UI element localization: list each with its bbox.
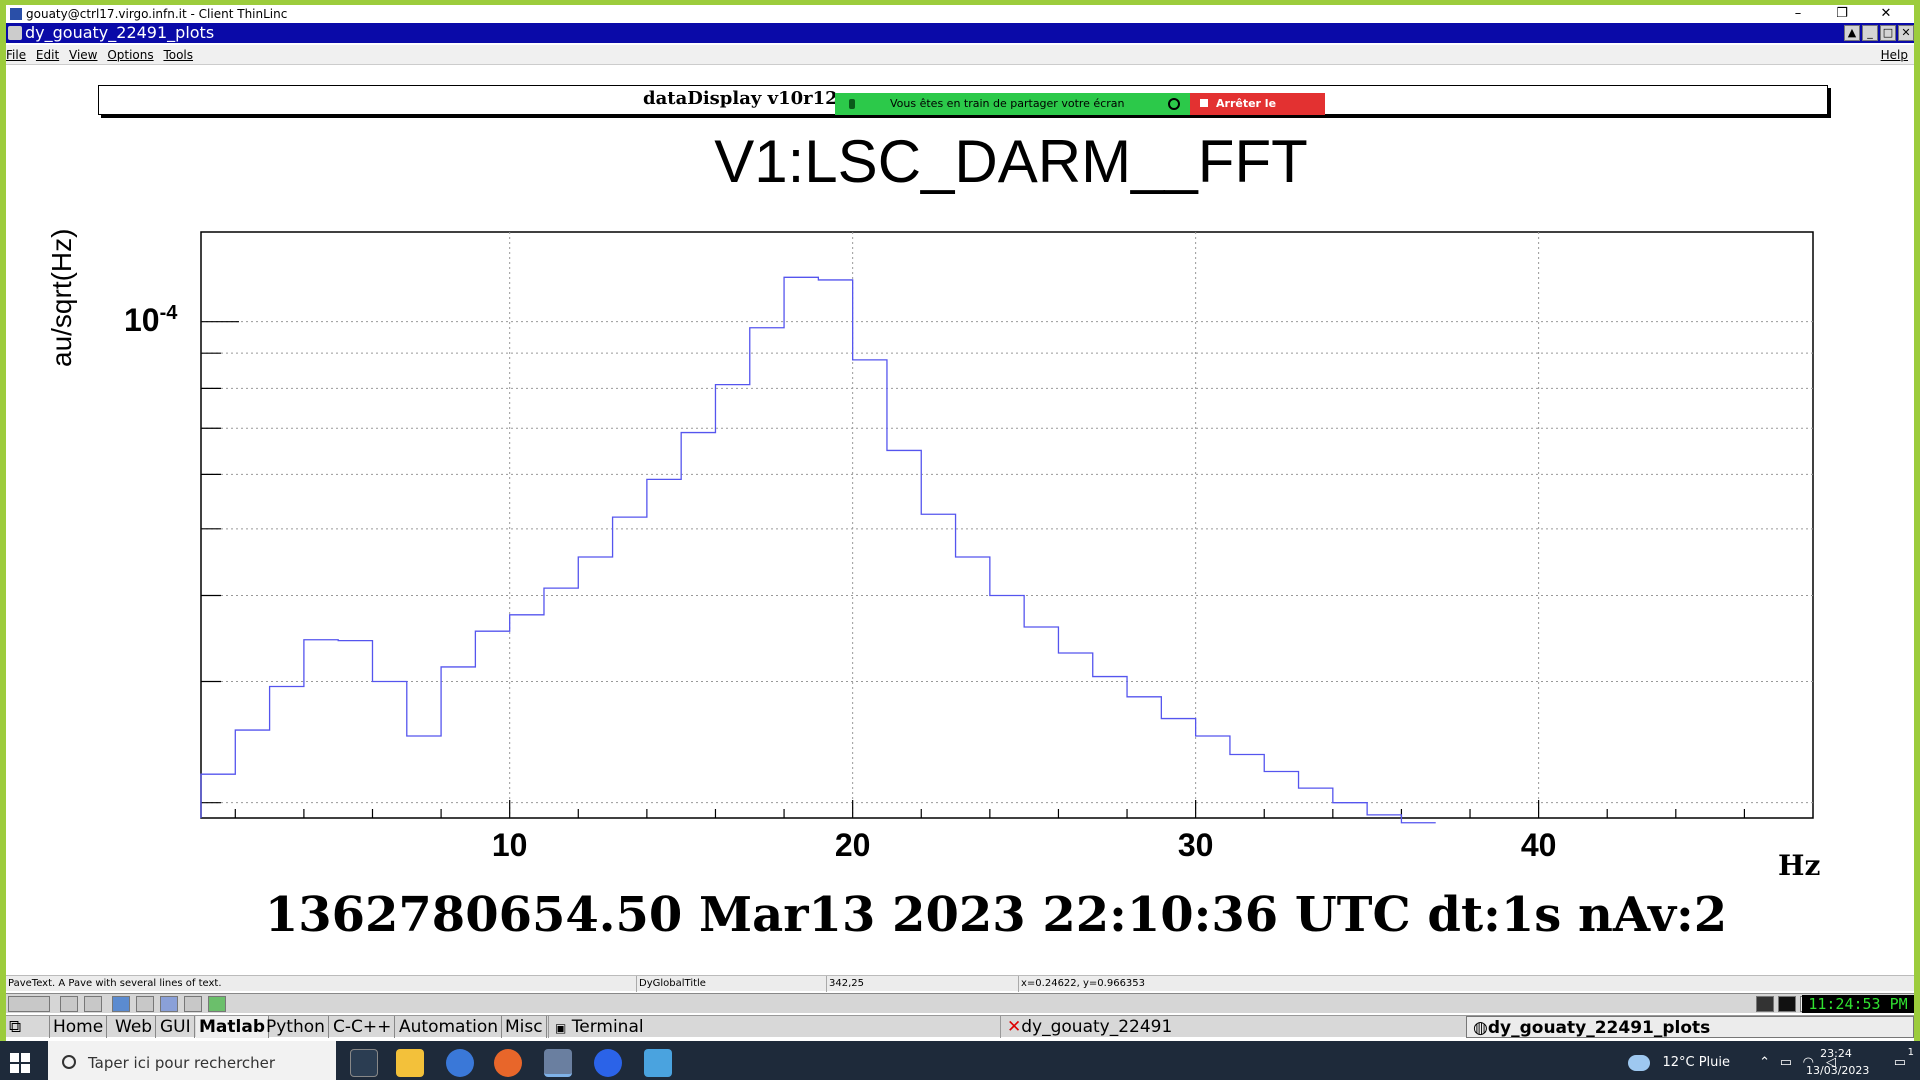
menu-options[interactable]: Options [107, 45, 159, 65]
tray-chevron-icon[interactable]: ⌃ [1759, 1041, 1770, 1080]
status-pixel: 342,25 [826, 976, 864, 992]
tab-automation[interactable]: Automation [396, 1016, 503, 1038]
minimize-button[interactable]: – [1778, 5, 1818, 23]
zoom-icon[interactable] [594, 1049, 622, 1077]
menu-help[interactable]: Help [1881, 45, 1914, 65]
tools-launcher-icon[interactable] [136, 996, 154, 1012]
menu-tools[interactable]: Tools [163, 45, 199, 65]
tab-c-cpp[interactable]: C-C++ [330, 1016, 396, 1038]
status-coords: x=0.24622, y=0.966353 [1018, 976, 1145, 992]
window-maximize-button[interactable]: □ [1880, 25, 1896, 41]
thinlinc-title: gouaty@ctrl17.virgo.infn.it - Client Thi… [26, 7, 288, 21]
x-tick-label: 30 [1178, 827, 1214, 863]
desktop-logo-icon[interactable] [8, 996, 50, 1012]
cpu-icon [1778, 996, 1796, 1012]
plot-frame [200, 231, 1814, 819]
tab-misc[interactable]: Misc [502, 1016, 547, 1038]
x-app-icon: ✕ [1007, 1017, 1022, 1037]
tab-python[interactable]: Python [263, 1016, 329, 1038]
windows-clock[interactable]: 23:24 13/03/2023 [1806, 1045, 1870, 1079]
settings-launcher-icon[interactable] [160, 996, 178, 1012]
file-explorer-icon[interactable] [396, 1049, 424, 1077]
tab-matlab[interactable]: Matlab [196, 1016, 269, 1038]
x-launcher-bar: ⧉ Home Web GUI Matlab Python C-C++ Autom… [6, 1015, 1914, 1038]
thinlinc-client: gouaty@ctrl17.virgo.infn.it - Client Thi… [0, 0, 1920, 1080]
editor-launcher-icon[interactable] [184, 996, 202, 1012]
restore-button[interactable]: ❐ [1822, 5, 1862, 23]
browser-launcher-icon[interactable] [112, 996, 130, 1012]
status-object: PaveText. A Pave with several lines of t… [8, 978, 222, 989]
windows-taskbar: Taper ici pour rechercher 12°C Pluie ⌃ ▭… [0, 1041, 1920, 1080]
x-tick-labels: 10 20 30 40 [492, 827, 1557, 863]
sheet-launcher-icon[interactable] [208, 996, 226, 1012]
desktop-switcher-icon[interactable]: ⧉ [6, 1016, 50, 1038]
x-tick-label: 20 [835, 827, 871, 863]
menu-edit[interactable]: Edit [36, 45, 65, 65]
firefox-icon[interactable] [494, 1049, 522, 1077]
window-minimize-button[interactable]: _ [1862, 25, 1878, 41]
windows-search-box[interactable]: Taper ici pour rechercher [48, 1041, 336, 1080]
clock-time: 23:24 [1820, 1047, 1852, 1060]
weather-icon [1628, 1055, 1650, 1071]
task-dy-gouaty-label: dy_gouaty_22491 [1021, 1017, 1173, 1037]
status-name: DyGlobalTitle [636, 976, 706, 992]
plots-app-icon: ◍ [1473, 1018, 1488, 1038]
status-bar: PaveText. A Pave with several lines of t… [6, 975, 1914, 992]
task-terminal-label: Terminal [571, 1017, 644, 1037]
window-shade-button[interactable]: ▲ [1844, 25, 1860, 41]
thinlinc-taskbar-icon[interactable] [544, 1049, 572, 1077]
search-placeholder: Taper ici pour rechercher [88, 1054, 276, 1072]
task-view-icon[interactable] [350, 1049, 378, 1077]
panel-button-2[interactable] [84, 996, 102, 1012]
tab-home[interactable]: Home [50, 1016, 108, 1038]
notifications-icon[interactable]: ▭ [1894, 1041, 1906, 1080]
task-dy-gouaty[interactable]: ✕dy_gouaty_22491 [1000, 1016, 1466, 1038]
x-tick-label: 40 [1521, 827, 1557, 863]
y-tick-label: 10-4 [124, 302, 178, 338]
window-close-button[interactable]: ✕ [1898, 25, 1914, 41]
windows-start-icon[interactable] [10, 1053, 30, 1073]
close-button[interactable]: ✕ [1866, 5, 1906, 23]
menubar: File Edit View Options Tools Help [6, 45, 1914, 65]
tab-gui[interactable]: GUI [157, 1016, 195, 1038]
thinlinc-titlebar[interactable]: gouaty@ctrl17.virgo.infn.it - Client Thi… [6, 5, 1914, 23]
x-desktop-panel: 11:24:53 PM [6, 993, 1914, 1013]
task-dy-gouaty-plots-label: dy_gouaty_22491_plots [1487, 1018, 1711, 1038]
x-clock: 11:24:53 PM [1802, 995, 1914, 1013]
mail-app-icon[interactable] [446, 1049, 474, 1077]
weather-text[interactable]: 12°C Pluie [1662, 1041, 1730, 1080]
ticks [201, 321, 1746, 818]
photos-icon[interactable] [644, 1049, 672, 1077]
timestamp-footer: 1362780654.50 Mar13 2023 22:10:36 UTC dt… [264, 887, 1728, 943]
spectrum-trace [200, 276, 1436, 824]
x-tick-label: 10 [492, 827, 528, 863]
terminal-icon: ▣ [555, 1021, 567, 1035]
tab-web[interactable]: Web [112, 1016, 157, 1038]
menu-view[interactable]: View [69, 45, 103, 65]
window-icon [8, 26, 22, 40]
panel-button-1[interactable] [60, 996, 78, 1012]
monitor-icon [1756, 996, 1774, 1012]
window-titlebar[interactable]: dy_gouaty_22491_plots ▲ _ □ ✕ [6, 23, 1914, 43]
task-dy-gouaty-plots[interactable]: ◍dy_gouaty_22491_plots [1466, 1016, 1914, 1038]
menu-file[interactable]: File [6, 45, 32, 65]
task-terminal[interactable]: ▣ Terminal [548, 1016, 1000, 1038]
battery-icon[interactable]: ▭ [1780, 1041, 1792, 1080]
thinlinc-icon [10, 8, 22, 20]
spectrum-plot[interactable]: 10 20 30 40 10-4 [6, 67, 1914, 973]
window-title: dy_gouaty_22491_plots [25, 23, 215, 42]
grid [201, 232, 1813, 818]
clock-date: 13/03/2023 [1806, 1064, 1870, 1077]
search-icon [62, 1055, 76, 1069]
plot-canvas[interactable]: dataDisplay v10r12 : Vous êtes en train … [6, 67, 1914, 973]
notification-count: 1 [1907, 1047, 1914, 1058]
